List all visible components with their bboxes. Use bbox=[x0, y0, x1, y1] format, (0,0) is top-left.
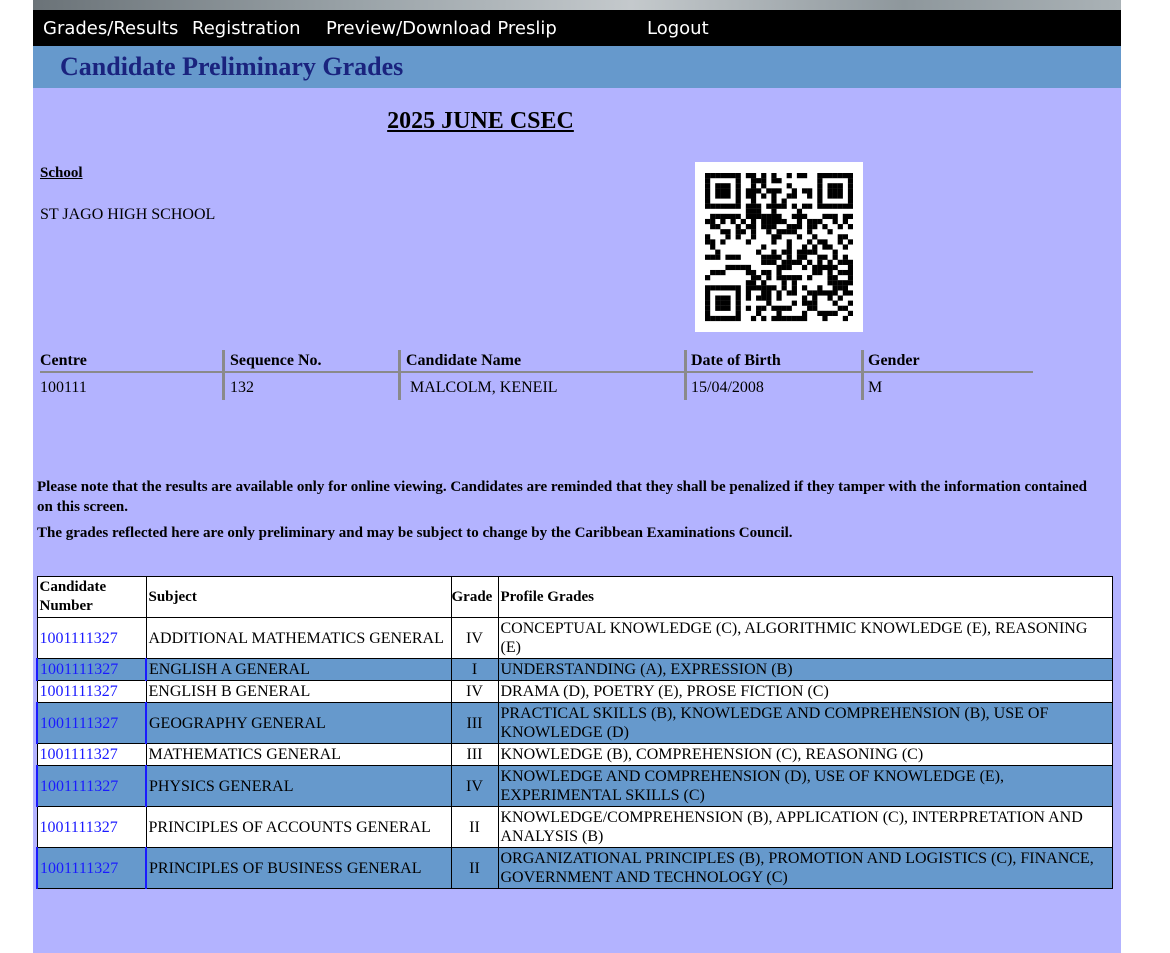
table-row: 1001111327 ENGLISH B GENERAL IV DRAMA (D… bbox=[36, 680, 1113, 703]
grade-cell: IV bbox=[450, 617, 499, 659]
school-name: ST JAGO HIGH SCHOOL bbox=[40, 206, 216, 223]
menu-item-logout[interactable]: Logout bbox=[647, 18, 709, 39]
results-content: 2025 JUNE CSEC School ST JAGO HIGH SCHOO… bbox=[33, 88, 1121, 953]
subject-cell: MATHEMATICS GENERAL bbox=[145, 743, 452, 766]
profile-grades-cell: KNOWLEDGE (B), COMPREHENSION (C), REASON… bbox=[497, 743, 1113, 766]
profile-grades-cell: KNOWLEDGE AND COMPREHENSION (D), USE OF … bbox=[497, 765, 1113, 807]
header-banner-image bbox=[33, 0, 1121, 10]
subject-cell: PHYSICS GENERAL bbox=[145, 765, 452, 807]
grades-table-header: Candidate Number Subject Grade Profile G… bbox=[36, 576, 1113, 618]
notice-online-viewing: Please note that the results are availab… bbox=[37, 479, 1087, 515]
header-subject: Subject bbox=[145, 576, 452, 618]
grade-cell: III bbox=[450, 743, 499, 766]
dob-value: 15/04/2008 bbox=[691, 379, 764, 396]
subject-cell: ADDITIONAL MATHEMATICS GENERAL bbox=[145, 617, 452, 659]
table-row: 1001111327 MATHEMATICS GENERAL III KNOWL… bbox=[36, 743, 1113, 766]
menu-item-registration[interactable]: Registration bbox=[192, 18, 301, 39]
candidate-number-link[interactable]: 1001111327 bbox=[36, 806, 147, 848]
table-row: 1001111327 ADDITIONAL MATHEMATICS GENERA… bbox=[36, 617, 1113, 659]
exam-session-title: 2025 JUNE CSEC bbox=[387, 108, 574, 134]
gender-header: Gender bbox=[868, 352, 920, 369]
column-separator bbox=[684, 350, 687, 400]
grade-cell: I bbox=[450, 658, 499, 681]
gender-value: M bbox=[868, 379, 883, 396]
qr-code bbox=[695, 162, 863, 332]
candidate-name-value: MALCOLM, KENEIL bbox=[410, 379, 558, 396]
top-menu-bar: Grades/Results Registration Preview/Down… bbox=[33, 10, 1121, 46]
centre-value: 100111 bbox=[40, 379, 87, 396]
candidate-name-header: Candidate Name bbox=[406, 352, 522, 369]
candidate-number-link[interactable]: 1001111327 bbox=[36, 658, 147, 681]
menu-item-preview-download-preslip[interactable]: Preview/Download Preslip bbox=[326, 18, 557, 39]
dob-header: Date of Birth bbox=[691, 352, 781, 369]
candidate-number-link[interactable]: 1001111327 bbox=[36, 617, 147, 659]
grade-cell: IV bbox=[450, 765, 499, 807]
subject-cell: PRINCIPLES OF ACCOUNTS GENERAL bbox=[145, 806, 452, 848]
profile-grades-cell: DRAMA (D), POETRY (E), PROSE FICTION (C) bbox=[497, 680, 1113, 703]
candidate-number-link[interactable]: 1001111327 bbox=[36, 847, 147, 889]
profile-grades-cell: PRACTICAL SKILLS (B), KNOWLEDGE AND COMP… bbox=[497, 702, 1113, 744]
table-row: 1001111327 PRINCIPLES OF ACCOUNTS GENERA… bbox=[36, 806, 1113, 848]
sequence-header: Sequence No. bbox=[230, 352, 322, 369]
candidate-number-link[interactable]: 1001111327 bbox=[36, 702, 147, 744]
page-title: Candidate Preliminary Grades bbox=[60, 52, 404, 81]
grade-cell: II bbox=[450, 806, 499, 848]
grade-cell: III bbox=[450, 702, 499, 744]
info-divider bbox=[40, 371, 1033, 373]
profile-grades-cell: KNOWLEDGE/COMPREHENSION (B), APPLICATION… bbox=[497, 806, 1113, 848]
candidate-number-link[interactable]: 1001111327 bbox=[36, 680, 147, 703]
candidate-number-link[interactable]: 1001111327 bbox=[36, 765, 147, 807]
subject-cell: PRINCIPLES OF BUSINESS GENERAL bbox=[145, 847, 452, 889]
column-separator bbox=[398, 350, 401, 400]
sequence-value: 132 bbox=[230, 379, 254, 396]
qr-code-icon bbox=[705, 173, 853, 322]
table-row: 1001111327 ENGLISH A GENERAL I UNDERSTAN… bbox=[36, 658, 1113, 681]
table-row: 1001111327 GEOGRAPHY GENERAL III PRACTIC… bbox=[36, 702, 1113, 744]
grade-cell: IV bbox=[450, 680, 499, 703]
notice-preliminary: The grades reflected here are only preli… bbox=[37, 525, 793, 541]
header-profile-grades: Profile Grades bbox=[497, 576, 1113, 618]
grade-cell: II bbox=[450, 847, 499, 889]
profile-grades-cell: CONCEPTUAL KNOWLEDGE (C), ALGORITHMIC KN… bbox=[497, 617, 1113, 659]
column-separator bbox=[861, 350, 864, 400]
school-label: School bbox=[40, 165, 83, 181]
candidate-number-link[interactable]: 1001111327 bbox=[36, 743, 147, 766]
grades-table: Candidate Number Subject Grade Profile G… bbox=[36, 576, 1113, 889]
subject-cell: GEOGRAPHY GENERAL bbox=[145, 702, 452, 744]
profile-grades-cell: ORGANIZATIONAL PRINCIPLES (B), PROMOTION… bbox=[497, 847, 1113, 889]
profile-grades-cell: UNDERSTANDING (A), EXPRESSION (B) bbox=[497, 658, 1113, 681]
menu-item-grades-results[interactable]: Grades/Results bbox=[43, 18, 178, 39]
subject-cell: ENGLISH A GENERAL bbox=[145, 658, 452, 681]
header-candidate-number: Candidate Number bbox=[36, 576, 147, 618]
table-row: 1001111327 PHYSICS GENERAL IV KNOWLEDGE … bbox=[36, 765, 1113, 807]
centre-header: Centre bbox=[40, 352, 87, 369]
column-separator bbox=[222, 350, 225, 400]
header-grade: Grade bbox=[450, 576, 499, 618]
subject-cell: ENGLISH B GENERAL bbox=[145, 680, 452, 703]
table-row: 1001111327 PRINCIPLES OF BUSINESS GENERA… bbox=[36, 847, 1113, 889]
page-title-bar: Candidate Preliminary Grades bbox=[33, 46, 1121, 88]
